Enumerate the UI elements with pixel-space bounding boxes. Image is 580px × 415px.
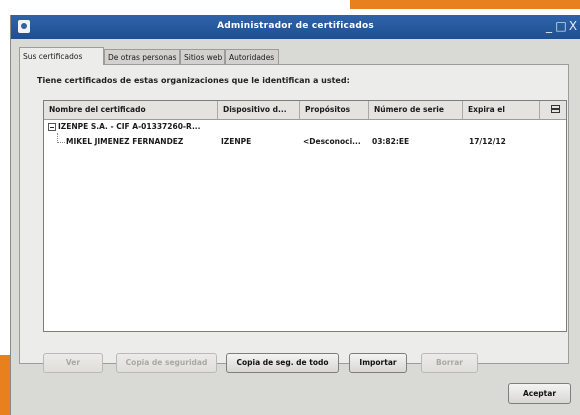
group-name: IZENPE S.A. - CIF A-01337260-R...	[58, 122, 201, 131]
tree-group-row[interactable]: IZENPE S.A. - CIF A-01337260-R...	[44, 120, 566, 134]
backup-all-button[interactable]: Copia de seg. de todo	[226, 353, 339, 373]
tree-connector	[57, 133, 65, 143]
close-button[interactable]: X	[566, 19, 580, 33]
column-header-expires[interactable]: Expira el	[463, 101, 540, 119]
tab-authorities[interactable]: Autoridades	[225, 49, 279, 65]
title-bar[interactable]: Administrador de certificados _ □ X	[11, 15, 580, 39]
panel-description: Tiene certificados de estas organizacion…	[37, 76, 350, 85]
tab-your-certificates[interactable]: Sus certificados	[19, 47, 104, 65]
cell-certificate-name: MIKEL JIMENEZ FERNANDEZ	[66, 137, 184, 146]
accept-button[interactable]: Aceptar	[508, 383, 571, 404]
view-button[interactable]: Ver	[43, 353, 103, 373]
cell-purposes: <Desconoci...	[303, 137, 361, 146]
table-row[interactable]: MIKEL JIMENEZ FERNANDEZ IZENPE <Desconoc…	[44, 133, 566, 149]
cell-serial: 03:82:EE	[372, 137, 410, 146]
backup-button[interactable]: Copia de seguridad	[116, 353, 217, 373]
column-picker-icon[interactable]	[548, 103, 564, 117]
tab-other-people[interactable]: De otras personas	[104, 49, 180, 65]
collapse-toggle-icon[interactable]	[48, 123, 56, 131]
column-header-purposes[interactable]: Propósitos	[300, 101, 369, 119]
certificates-panel: Tiene certificados de estas organizacion…	[19, 64, 569, 373]
column-header-name[interactable]: Nombre del certificado	[44, 101, 218, 119]
cell-expires: 17/12/12	[469, 137, 506, 146]
orange-accent-bar-top	[350, 0, 580, 9]
column-header-serial[interactable]: Número de serie	[369, 101, 463, 119]
import-button[interactable]: Importar	[349, 353, 407, 373]
tab-websites[interactable]: Sitios web	[180, 49, 225, 65]
delete-button[interactable]: Borrar	[421, 353, 478, 373]
column-header-device[interactable]: Dispositivo d...	[218, 101, 300, 119]
table-header: Nombre del certificado Dispositivo d... …	[44, 101, 566, 120]
certificate-manager-window: Administrador de certificados _ □ X Sus …	[10, 15, 580, 415]
certificate-table[interactable]: Nombre del certificado Dispositivo d... …	[43, 100, 567, 332]
cell-device: IZENPE	[221, 137, 252, 146]
window-title: Administrador de certificados	[217, 21, 374, 31]
orange-accent-bar-left	[0, 355, 10, 415]
